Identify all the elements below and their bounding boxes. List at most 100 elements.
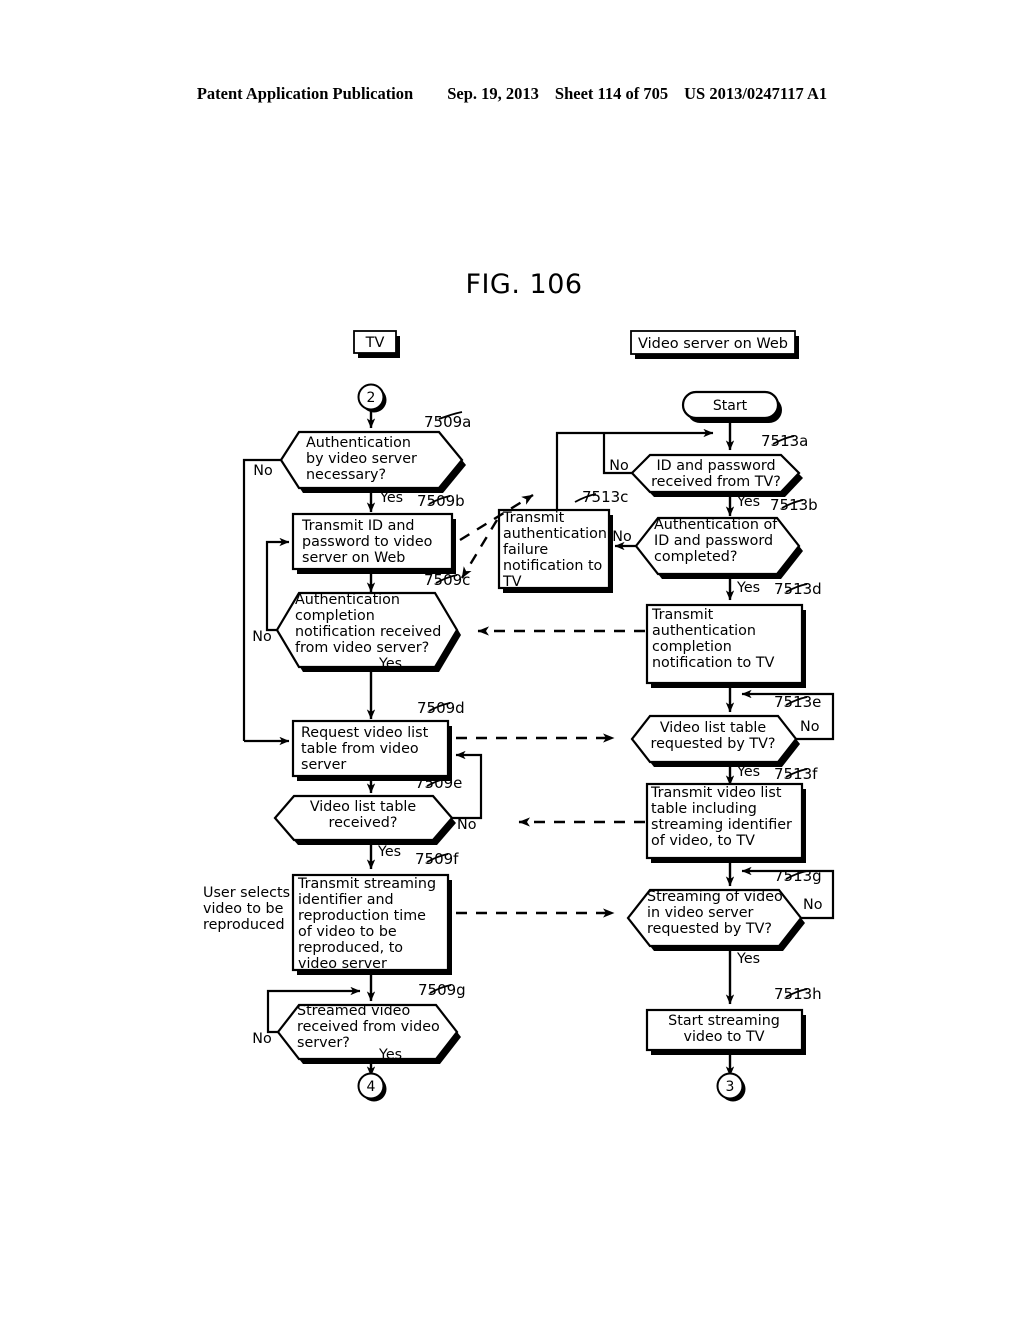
connector-out-4-label: 4 — [367, 1079, 376, 1095]
node-7513b-line-0: Authentication of — [654, 517, 778, 533]
node-7509f-line-0: Transmit streaming — [297, 876, 436, 892]
node-7513b: Authentication of ID and password comple… — [634, 516, 803, 579]
node-7509a-line-0: Authentication — [306, 435, 411, 451]
label-7513g-no: No — [803, 897, 822, 913]
ref-7513b: 7513b — [770, 496, 818, 514]
node-7509c-line-3: from video server? — [295, 640, 429, 656]
node-7509g-line-2: server? — [297, 1035, 350, 1051]
node-7513h-line-0: Start streaming — [668, 1013, 780, 1029]
node-7513d-line-0: Transmit — [651, 607, 714, 623]
node-7513f-line-2: streaming identifier — [651, 817, 792, 833]
connector-in-2: 2 — [357, 383, 387, 413]
ref-7509a: 7509a — [424, 413, 471, 431]
node-7509d-line-2: server — [301, 757, 346, 773]
node-7509b-line-1: password to video — [302, 534, 432, 550]
node-7509d-line-0: Request video list — [301, 725, 429, 741]
node-7513c-line-3: notification to — [503, 558, 602, 574]
node-7509f-line-2: reproduction time — [298, 908, 426, 924]
node-7509f-line-5: video server — [298, 956, 387, 972]
node-7513d-line-3: notification to TV — [652, 655, 775, 671]
ref-7513e: 7513e — [774, 693, 821, 711]
node-7513c-line-4: TV — [502, 574, 522, 590]
node-7509f-line-1: identifier and — [298, 892, 394, 908]
node-7513f-line-1: table including — [651, 801, 757, 817]
label-7509a-no: No — [253, 463, 272, 479]
label-7513b-no: No — [612, 529, 631, 545]
node-7509e: Video list table received? — [273, 794, 456, 845]
node-7513g-line-1: in video server — [647, 905, 754, 921]
connector-out-3: 3 — [716, 1072, 746, 1102]
connector-out-4: 4 — [357, 1072, 387, 1102]
lane-label-video-server: Video server on Web — [630, 330, 799, 359]
node-7509g: Streamed video received from video serve… — [276, 1003, 461, 1064]
node-7509g-line-0: Streamed video — [297, 1003, 410, 1019]
label-7513g-yes: Yes — [736, 951, 760, 967]
node-7513e-line-0: Video list table — [660, 720, 767, 736]
side-note-line-2: reproduced — [203, 917, 285, 933]
ref-7509d: 7509d — [417, 699, 465, 717]
node-7513c-line-1: authentication — [503, 526, 607, 542]
ref-7513h: 7513h — [774, 985, 822, 1003]
node-7513e: Video list table requested by TV? — [630, 714, 800, 767]
side-note-line-0: User selects — [203, 885, 290, 901]
ref-7513g: 7513g — [774, 867, 822, 885]
node-7509b: Transmit ID and password to video server… — [291, 512, 456, 574]
node-7509c-line-2: notification received — [295, 624, 441, 640]
node-7509a-line-2: necessary? — [306, 467, 386, 483]
label-7513b-yes: Yes — [736, 580, 760, 596]
node-7513e-line-1: requested by TV? — [651, 736, 776, 752]
ref-7509g: 7509g — [418, 981, 466, 999]
lane-label-tv: TV — [353, 330, 400, 358]
node-7513h-line-1: video to TV — [683, 1029, 764, 1045]
connector-start: Start — [681, 390, 782, 423]
label-7513a-yes: Yes — [736, 494, 760, 510]
node-7509f-line-4: reproduced, to — [298, 940, 403, 956]
ref-7513a: 7513a — [761, 432, 808, 450]
figure-106-diagram: FIG. 106 TV Video server on Web 2 Authen… — [203, 269, 835, 1102]
node-7509e-line-0: Video list table — [310, 799, 417, 815]
node-7509c-line-0: Authentication — [295, 592, 400, 608]
node-7513f-line-3: of video, to TV — [651, 833, 755, 849]
node-7513a-line-0: ID and password — [656, 458, 775, 474]
figure-title: FIG. 106 — [465, 269, 582, 300]
ref-7509b: 7509b — [417, 492, 465, 510]
node-7509a: Authentication by video server necessary… — [279, 430, 466, 493]
node-7513g-line-0: Streaming of video — [647, 889, 783, 905]
node-7509a-line-1: by video server — [306, 451, 417, 467]
patent-page: Patent Application Publication Sep. 19, 2… — [0, 0, 1024, 1320]
node-7513d-line-2: completion — [652, 639, 732, 655]
node-7513c-line-0: Transmit — [502, 510, 565, 526]
side-note-line-1: video to be — [203, 901, 284, 917]
label-7513a-no: No — [609, 458, 628, 474]
connector-start-label: Start — [713, 398, 748, 414]
label-7513e-yes: Yes — [736, 764, 760, 780]
node-7513a-line-1: received from TV? — [651, 474, 781, 490]
node-7509g-line-1: received from video — [297, 1019, 440, 1035]
connector-out-3-label: 3 — [726, 1079, 735, 1095]
node-7509c: Authentication completion notification r… — [275, 591, 461, 672]
node-7509c-line-1: completion — [295, 608, 375, 624]
node-7513a: ID and password received from TV? — [630, 453, 803, 497]
node-7513c: Transmit authentication failure notifica… — [497, 508, 613, 593]
label-7509e-yes: Yes — [377, 844, 401, 860]
node-7509b-line-0: Transmit ID and — [301, 518, 415, 534]
ref-7513c: 7513c — [582, 488, 628, 506]
node-7513d-line-1: authentication — [652, 623, 756, 639]
node-7513f-line-0: Transmit video list — [650, 785, 782, 801]
lane-label-tv-text: TV — [365, 335, 385, 351]
connector-in-2-label: 2 — [367, 390, 376, 406]
node-7513h: Start streaming video to TV — [645, 1008, 806, 1055]
node-7513c-line-2: failure — [503, 542, 548, 558]
node-7513f: Transmit video list table including stre… — [645, 782, 806, 863]
node-7509e-line-1: received? — [329, 815, 398, 831]
node-7509f: Transmit streaming identifier and reprod… — [291, 873, 452, 975]
ref-7509f: 7509f — [415, 850, 459, 868]
label-7509e-no: No — [457, 817, 476, 833]
label-7513e-no: No — [800, 719, 819, 735]
ref-7513d: 7513d — [774, 580, 822, 598]
lane-label-video-server-text: Video server on Web — [638, 336, 788, 352]
node-7509d-line-1: table from video — [301, 741, 419, 757]
node-7509d: Request video list table from video serv… — [291, 719, 452, 781]
node-7513g: Streaming of video in video server reque… — [626, 888, 805, 951]
node-7513d: Transmit authentication completion notif… — [645, 603, 806, 688]
